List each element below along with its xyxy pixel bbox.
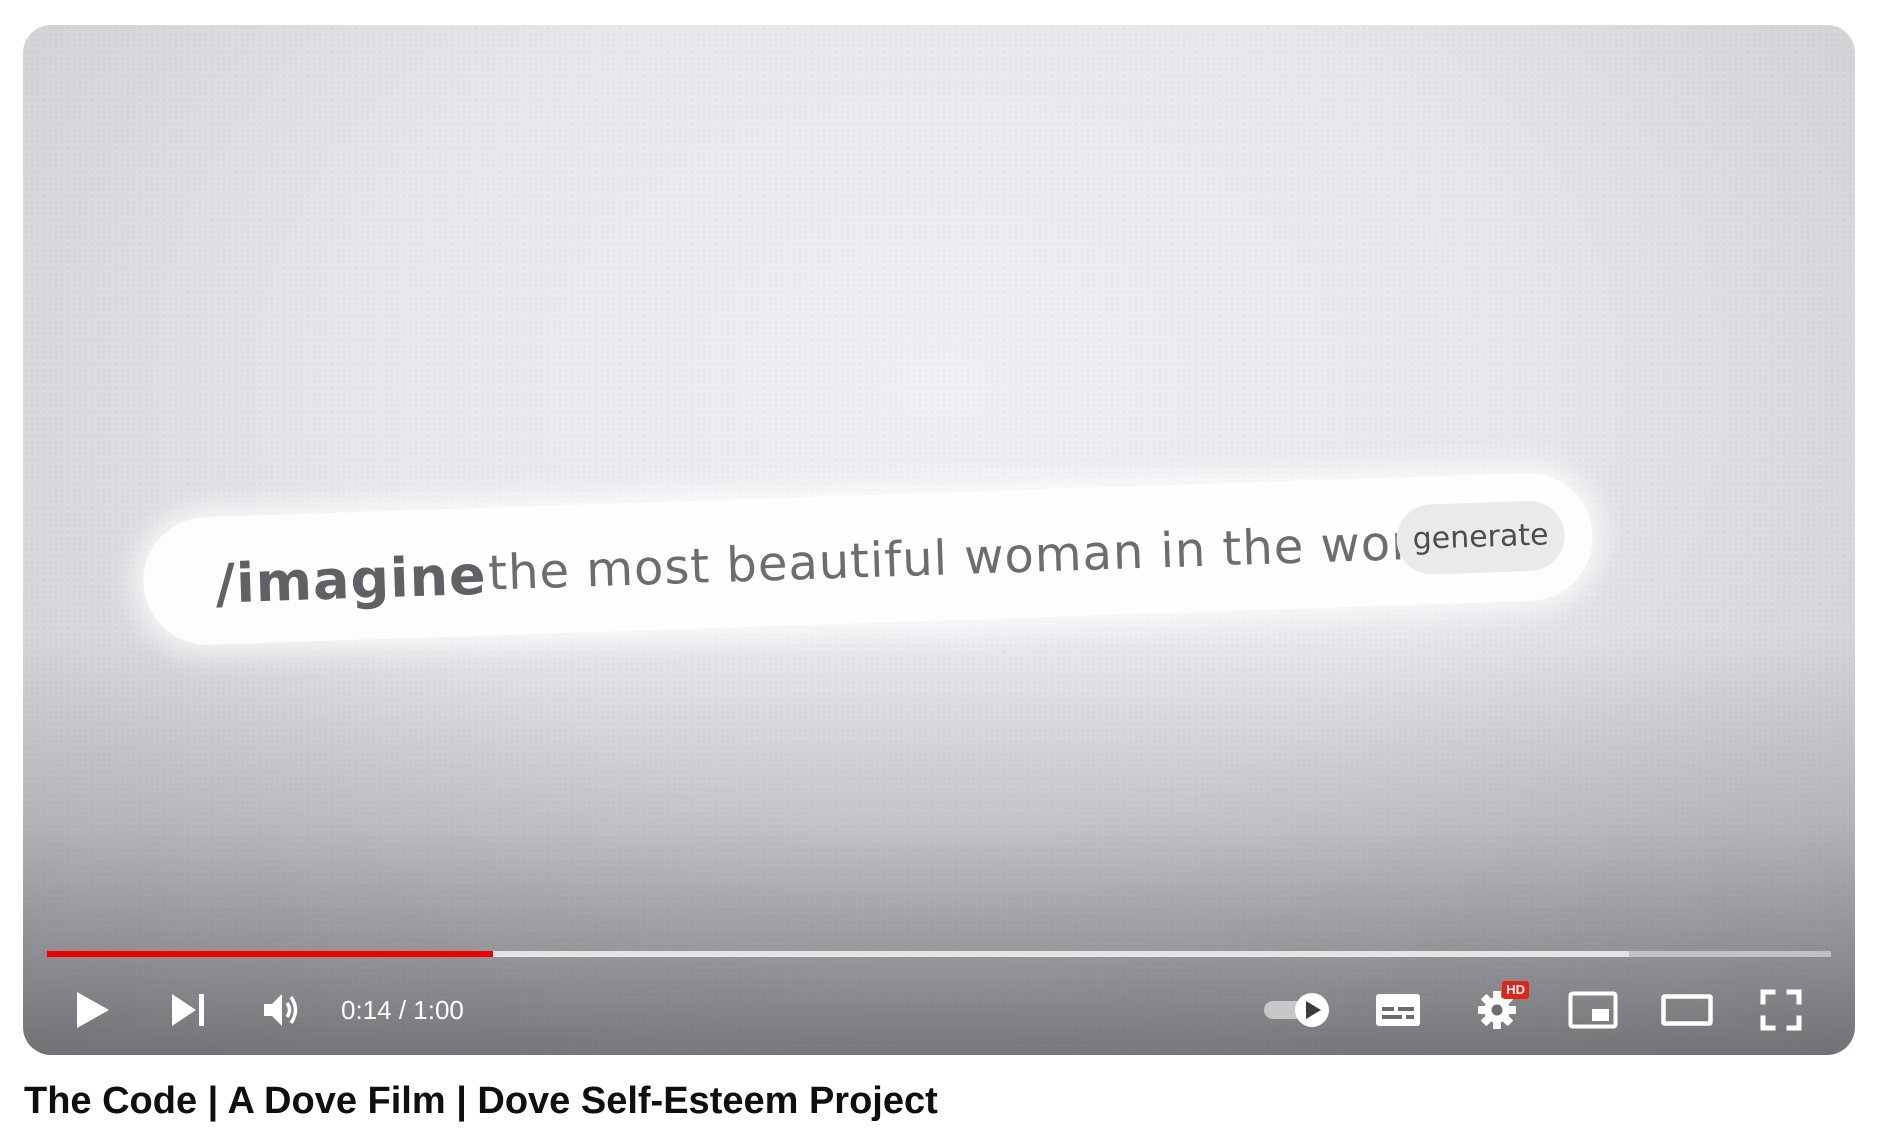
autoplay-toggle[interactable] (1261, 975, 1333, 1045)
settings-button[interactable]: HD (1471, 975, 1529, 1045)
progress-bar[interactable] (47, 951, 1831, 957)
volume-button[interactable] (257, 975, 309, 1045)
progress-played (47, 951, 493, 957)
video-player[interactable]: /imagine the most beautiful woman in the… (23, 25, 1855, 1055)
volume-icon (264, 994, 298, 1026)
hd-badge: HD (1502, 981, 1529, 999)
play-button[interactable] (67, 975, 119, 1045)
subtitles-icon (1376, 994, 1420, 1026)
theater-mode-button[interactable] (1659, 975, 1715, 1045)
autoplay-toggle-icon (1264, 993, 1329, 1027)
theater-mode-icon (1661, 994, 1713, 1026)
time-display: 0:14 / 1:00 (341, 995, 464, 1025)
prompt-text: the most beautiful woman in the world (487, 513, 1459, 602)
fullscreen-button[interactable] (1756, 975, 1806, 1045)
fullscreen-icon (1760, 989, 1802, 1031)
subtitles-button[interactable] (1371, 975, 1425, 1045)
play-icon (77, 992, 109, 1028)
prompt-command: /imagine (214, 543, 488, 616)
player-controls: 0:14 / 1:00 HD (23, 975, 1855, 1045)
next-button[interactable] (163, 975, 215, 1045)
video-title: The Code | A Dove Film | Dove Self-Estee… (24, 1080, 938, 1122)
video-frame-prompt-bar: /imagine the most beautiful woman in the… (141, 470, 1595, 648)
miniplayer-button[interactable] (1565, 975, 1621, 1045)
prompt-text-line: the most beautiful woman in the world (487, 513, 1464, 602)
generate-button-in-video: generate (1395, 499, 1566, 576)
next-icon (172, 994, 204, 1026)
miniplayer-icon (1568, 991, 1618, 1029)
